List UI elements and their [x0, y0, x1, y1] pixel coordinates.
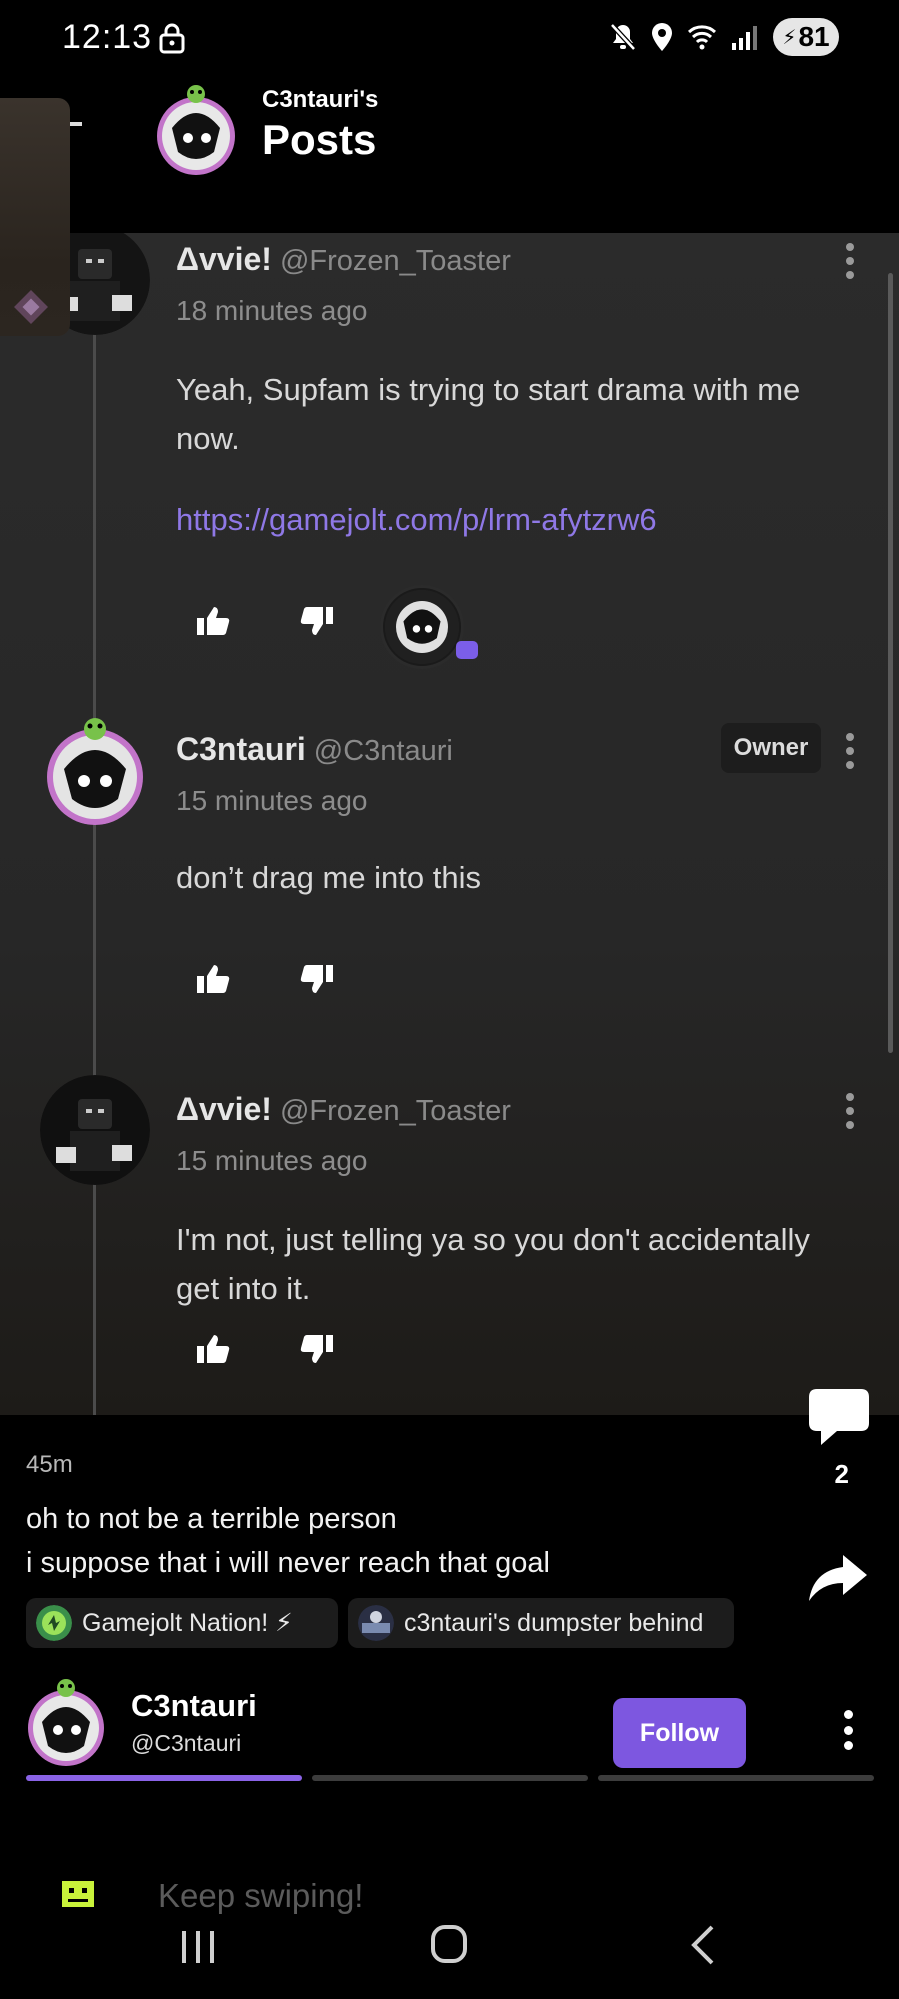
story-progress	[26, 1775, 874, 1781]
status-bar: 12:13 ⚡ 81	[0, 0, 899, 78]
wifi-icon	[687, 25, 717, 50]
community-icon	[358, 1605, 394, 1641]
status-icons: ⚡ 81	[609, 18, 839, 56]
comment-actions	[196, 963, 334, 995]
author-name[interactable]: C3ntauri	[131, 1688, 257, 1724]
more-options-icon[interactable]	[845, 243, 855, 279]
comment-actions	[196, 1333, 334, 1365]
comment-time: 18 minutes ago	[176, 295, 368, 326]
pip-thumbnail[interactable]	[0, 98, 70, 336]
comment-avatar[interactable]	[40, 1075, 150, 1185]
reply-badge-icon	[456, 641, 478, 659]
comment-body: don’t drag me into this	[176, 860, 482, 895]
progress-segment	[26, 1775, 302, 1781]
more-options-icon[interactable]	[845, 1093, 855, 1129]
comment-time: 15 minutes ago	[176, 785, 368, 816]
battery-icon: ⚡ 81	[773, 18, 839, 56]
post-text-line: i suppose that i will never reach that g…	[26, 1547, 550, 1579]
progress-segment	[312, 1775, 588, 1781]
comment-author-name: C3ntauri	[176, 731, 306, 767]
battery-level: 81	[798, 21, 830, 52]
pip-image-icon	[14, 290, 48, 324]
comment-body: I'm not, just telling ya so you don't ac…	[176, 1222, 810, 1306]
post-text: oh to not be a terrible person i suppose…	[26, 1497, 550, 1585]
thumbs-up-icon[interactable]	[196, 605, 230, 637]
post-age: 45m	[26, 1451, 73, 1478]
comment-author[interactable]: Δvvie! @Frozen_Toaster	[176, 241, 511, 278]
thumbs-down-icon[interactable]	[300, 1333, 334, 1365]
thumbs-down-icon[interactable]	[300, 963, 334, 995]
comment-author[interactable]: Δvvie! @Frozen_Toaster	[176, 1091, 511, 1128]
progress-segment	[598, 1775, 874, 1781]
comment-author[interactable]: C3ntauri @C3ntauri	[176, 731, 453, 768]
home-icon[interactable]	[431, 1925, 467, 1963]
lock-icon	[159, 23, 185, 54]
comment-time: 15 minutes ago	[176, 1145, 368, 1176]
more-options-icon[interactable]	[843, 1710, 853, 1750]
comment-avatar[interactable]	[40, 715, 150, 825]
comment-actions	[196, 605, 334, 637]
community-chip[interactable]: c3ntauri's dumpster behind	[348, 1598, 734, 1648]
status-time: 12:13	[62, 18, 153, 56]
community-chip[interactable]: Gamejolt Nation! ⚡	[26, 1598, 338, 1648]
community-chips: Gamejolt Nation! ⚡ c3ntauri's dumpster b…	[26, 1598, 734, 1648]
recents-icon[interactable]	[180, 1929, 216, 1965]
thumbs-down-icon[interactable]	[300, 605, 334, 637]
comment-author-name: Δvvie!	[176, 241, 272, 277]
scrollbar[interactable]	[888, 273, 893, 1053]
comment-author-handle: @C3ntauri	[313, 735, 453, 767]
community-icon	[36, 1605, 72, 1641]
mute-icon	[610, 23, 636, 51]
follow-button[interactable]: Follow	[613, 1698, 746, 1768]
owner-badge: Owner	[721, 723, 821, 773]
comment-author-name: Δvvie!	[176, 1091, 272, 1127]
share-icon[interactable]	[807, 1553, 869, 1603]
header-avatar[interactable]	[154, 84, 238, 178]
reply-avatar[interactable]	[380, 585, 464, 669]
author-avatar[interactable]	[24, 1678, 108, 1768]
comment-thread[interactable]: Δvvie! @Frozen_Toaster 18 minutes ago Yea…	[0, 233, 899, 1415]
community-chip-label: Gamejolt Nation! ⚡	[82, 1609, 293, 1637]
comment-author-handle: @Frozen_Toaster	[279, 245, 511, 277]
comment-count: 2	[834, 1459, 849, 1489]
header-subtitle: C3ntauri's	[262, 86, 379, 113]
header: C3ntauri's Posts	[0, 78, 899, 233]
author-row: C3ntauri @C3ntauri Follow	[0, 1670, 899, 1770]
author-handle: @C3ntauri	[131, 1730, 242, 1756]
navigation-bar	[0, 1895, 899, 1999]
location-icon	[652, 23, 672, 51]
signal-icon	[732, 26, 757, 50]
back-nav-icon[interactable]	[690, 1925, 716, 1965]
comments-icon[interactable]	[807, 1387, 871, 1447]
comment-author-handle: @Frozen_Toaster	[279, 1095, 511, 1127]
thumbs-up-icon[interactable]	[196, 963, 230, 995]
comment-body: Yeah, Supfam is trying to start drama wi…	[176, 372, 801, 456]
page-title: Posts	[262, 116, 377, 163]
thread-line	[93, 333, 96, 1415]
comment-link[interactable]: https://gamejolt.com/p/lrm-afytzrw6	[176, 495, 856, 544]
thumbs-up-icon[interactable]	[196, 1333, 230, 1365]
more-options-icon[interactable]	[845, 733, 855, 769]
post-text-line: oh to not be a terrible person	[26, 1503, 397, 1535]
community-chip-label: c3ntauri's dumpster behind	[404, 1608, 704, 1637]
